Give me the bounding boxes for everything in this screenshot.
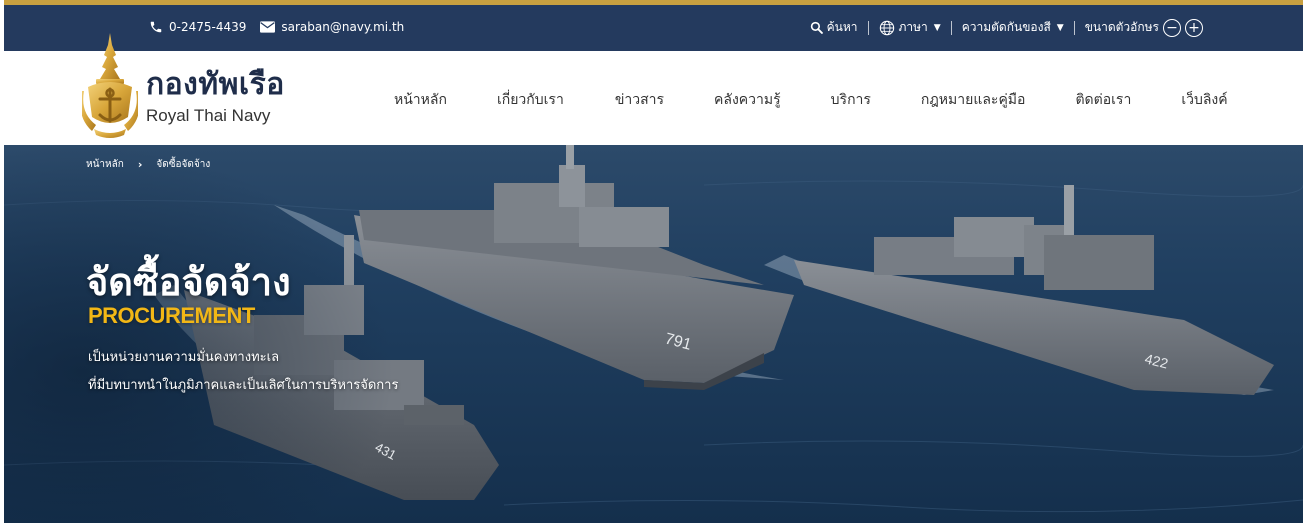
contrast-dropdown[interactable]: ความตัดกันของสี ▼ <box>962 18 1064 37</box>
hero-description-line-1: เป็นหน่วยงานความมั่นคงทางทะเล <box>88 350 280 365</box>
contact-info: 0-2475-4439 saraban@navy.mi.th <box>149 20 404 34</box>
nav-item-about[interactable]: เกี่ยวกับเรา <box>497 89 564 111</box>
top-info-bar: 0-2475-4439 saraban@navy.mi.th ค้นหา ภาษ… <box>4 0 1303 51</box>
nav-item-services[interactable]: บริการ <box>831 89 871 111</box>
email-address: saraban@navy.mi.th <box>281 20 405 34</box>
font-size-control: ขนาดตัวอักษร − + <box>1085 18 1203 37</box>
divider <box>950 20 952 35</box>
email-link[interactable]: saraban@navy.mi.th <box>260 20 404 34</box>
breadcrumb: หน้าหลัก › จัดซื้อจัดจ้าง <box>86 157 210 172</box>
envelope-icon <box>260 21 276 33</box>
divider <box>867 20 869 35</box>
nav-item-home[interactable]: หน้าหลัก <box>394 89 447 111</box>
search-icon <box>810 21 823 34</box>
breadcrumb-current: จัดซื้อจัดจ้าง <box>156 159 211 170</box>
nav-item-web-links[interactable]: เว็บลิงค์ <box>1181 89 1227 111</box>
contrast-label: ความตัดกันของสี <box>961 20 1051 34</box>
phone-link[interactable]: 0-2475-4439 <box>149 20 246 34</box>
font-increase-button[interactable]: + <box>1185 18 1203 37</box>
chevron-down-icon: ▼ <box>933 22 941 33</box>
search-button[interactable]: ค้นหา <box>810 18 858 37</box>
phone-icon <box>150 21 162 33</box>
topbar-tools: ค้นหา ภาษา ▼ ความตัดกันของสี ▼ ขนาดตัวอั… <box>810 18 1203 37</box>
site-header: กองทัพเรือ Royal Thai Navy หน้าหลัก เกี่… <box>4 33 1303 145</box>
search-label: ค้นหา <box>826 20 858 34</box>
warships-photo: 791 422 431 <box>4 145 1303 523</box>
main-nav: หน้าหลัก เกี่ยวกับเรา ข่าวสาร คลังความรู… <box>394 89 1228 111</box>
nav-item-laws-manuals[interactable]: กฎหมายและคู่มือ <box>921 89 1026 111</box>
globe-icon <box>879 20 894 35</box>
language-dropdown[interactable]: ภาษา ▼ <box>879 18 941 37</box>
brand-name-thai[interactable]: กองทัพเรือ <box>146 61 285 108</box>
navy-emblem-logo[interactable] <box>82 33 138 145</box>
hero-banner: 791 422 431 หน้าหลัก › จัดซื้อจัดจ้าง <box>4 145 1303 523</box>
breadcrumb-home[interactable]: หน้าหลัก <box>86 157 124 172</box>
hero-description-line-2: ที่มีบทบาทนำในภูมิภาคและเป็นเลิศในการบริ… <box>88 378 399 393</box>
chevron-right-icon: › <box>137 158 143 171</box>
chevron-down-icon: ▼ <box>1056 22 1064 33</box>
font-decrease-button[interactable]: − <box>1163 18 1181 37</box>
nav-item-news[interactable]: ข่าวสาร <box>615 89 664 111</box>
brand-name-english: Royal Thai Navy <box>146 106 271 125</box>
nav-item-contact[interactable]: ติดต่อเรา <box>1075 89 1131 111</box>
hero-description: เป็นหน่วยงานความมั่นคงทางทะเล ที่มีบทบาท… <box>88 344 398 400</box>
divider <box>1073 20 1075 35</box>
font-size-label: ขนาดตัวอักษร <box>1084 20 1159 34</box>
nav-item-knowledge[interactable]: คลังความรู้ <box>714 89 781 111</box>
page-subtitle: PROCUREMENT <box>88 303 255 328</box>
language-label: ภาษา <box>898 20 928 34</box>
phone-number: 0-2475-4439 <box>169 20 247 34</box>
